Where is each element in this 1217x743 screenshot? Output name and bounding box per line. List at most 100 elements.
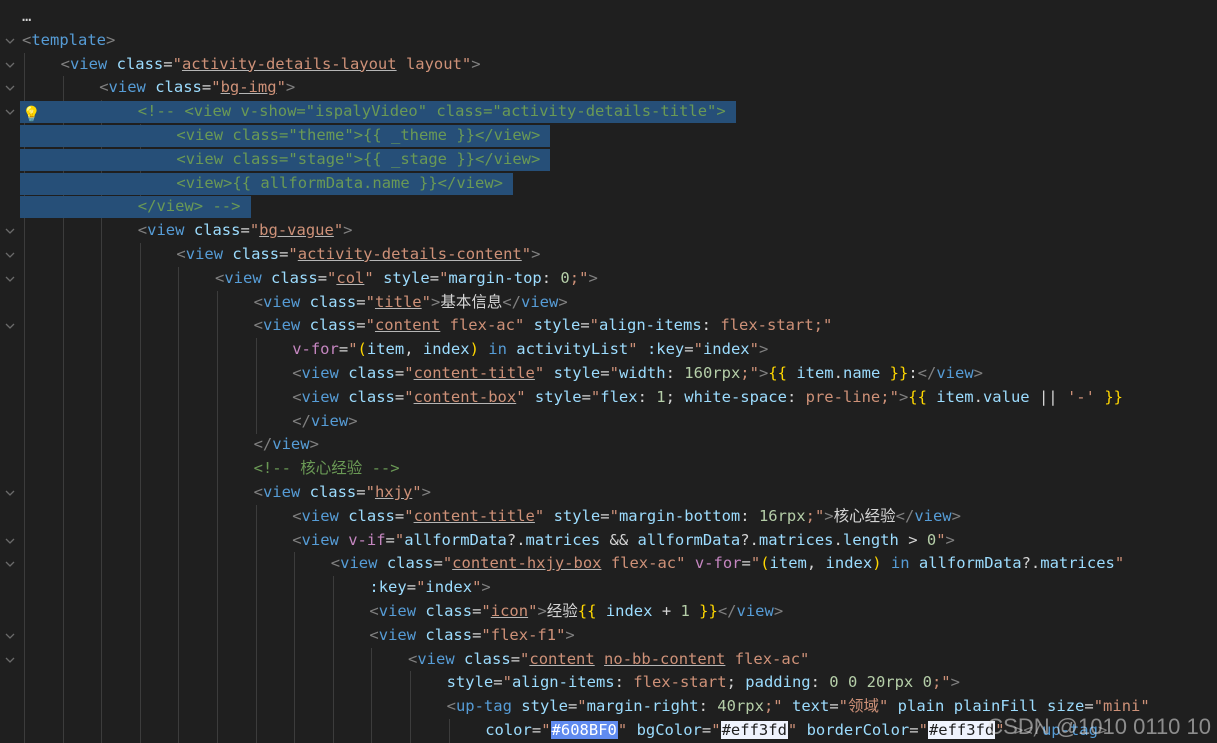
code-token: " [481, 602, 491, 620]
code-token: </ [917, 364, 937, 382]
code-line[interactable]: <view>{{ allformData.name }}</view> [0, 171, 1217, 196]
code-token: > [348, 411, 358, 430]
code-token: class [309, 316, 357, 335]
code-token: flex [600, 387, 638, 406]
code-line[interactable]: <view class="activity-details-content"> [0, 243, 1217, 267]
chevron-down-icon[interactable] [0, 624, 20, 648]
indent-guide [101, 433, 103, 458]
chevron-down-icon[interactable] [0, 243, 20, 267]
code-line[interactable]: <view v-if="allformData?.matrices && all… [0, 528, 1217, 553]
code-token: "flex-f1" [481, 625, 566, 644]
code-token: > [758, 340, 769, 359]
code-line[interactable]: <!-- <view v-show="ispalyVideo" class="a… [0, 100, 1217, 125]
chevron-down-icon[interactable] [0, 29, 20, 53]
code-token: class [271, 268, 318, 287]
code-line[interactable]: <view class="bg-vague"> [0, 219, 1217, 244]
chevron-down-icon[interactable] [0, 314, 20, 338]
code-text: <view class="content flex-ac" style="ali… [254, 314, 833, 338]
chevron-down-icon[interactable] [0, 100, 20, 124]
indent-guide [24, 338, 25, 363]
code-token: item [936, 387, 974, 406]
indent-guide [62, 695, 64, 720]
code-token: > [537, 602, 547, 620]
code-line[interactable]: <view class="stage">{{ _stage }}</view> [0, 147, 1217, 172]
code-token: = [356, 483, 366, 501]
code-token: {{ [577, 602, 597, 620]
indent-guide [178, 338, 180, 363]
code-line[interactable]: <view class="bg-img"> [0, 76, 1217, 101]
code-token: class [309, 292, 357, 311]
indent-guide [101, 719, 103, 743]
code-line[interactable]: style="align-items: flex-start; padding:… [0, 671, 1217, 696]
code-line[interactable]: <view class="content-title" style="width… [0, 362, 1217, 386]
code-line[interactable]: <view class="content-hxjy-box flex-ac" v… [0, 552, 1217, 577]
code-token: view [378, 602, 417, 620]
code-text: <view class="title">基本信息</view> [254, 291, 568, 315]
chevron-down-icon[interactable] [0, 219, 20, 243]
code-token: " [394, 530, 405, 549]
chevron-down-icon[interactable] [0, 53, 20, 77]
code-line[interactable]: … [0, 5, 1217, 29]
indent-guide [62, 338, 64, 363]
code-editor[interactable]: … <template> <view class="activity-details… [0, 0, 1217, 743]
code-token: </ [717, 602, 737, 620]
code-line[interactable]: <template> [0, 29, 1217, 53]
code-token: matrices [1040, 554, 1115, 573]
code-line[interactable]: <view class="content-title" style="margi… [0, 504, 1217, 529]
indent-guide [101, 671, 103, 696]
code-token: flex-ac" [725, 649, 810, 668]
chevron-down-icon[interactable] [0, 552, 20, 576]
code-token: = [356, 316, 366, 335]
indent-guide [139, 385, 141, 410]
code-token: plainFill [953, 697, 1038, 716]
code-line[interactable]: <view class="content no-bb-content flex-… [0, 647, 1217, 672]
code-line[interactable]: <view class="icon">经验{{ index + 1 }}</vi… [0, 600, 1217, 624]
indent-guide [62, 385, 64, 410]
code-line[interactable]: <!-- 核心经验 --> [0, 457, 1217, 482]
code-token: " [442, 554, 453, 573]
indent-guide [62, 552, 64, 577]
code-token: " [412, 483, 422, 501]
indent-guide [101, 219, 103, 244]
code-token: < [292, 530, 302, 549]
indent-guide [139, 552, 141, 577]
code-line[interactable]: <view class="content flex-ac" style="ali… [0, 314, 1217, 339]
code-line[interactable]: </view> [0, 433, 1217, 458]
code-line[interactable]: <view class="activity-details-layout lay… [0, 52, 1217, 77]
code-token: > [481, 578, 491, 597]
code-token: > [285, 78, 296, 97]
code-token: ( [760, 554, 770, 573]
code-line[interactable]: </view> --> [0, 195, 1217, 220]
code-token: : [740, 506, 759, 525]
code-token: matrices [758, 530, 834, 549]
code-line[interactable]: v-for="(item, index) in activityList" :k… [0, 338, 1217, 363]
indent-guide [101, 647, 103, 672]
chevron-down-icon[interactable] [0, 481, 20, 505]
chevron-down-icon[interactable] [0, 648, 20, 672]
code-token: > [421, 483, 431, 501]
indent-guide [24, 671, 25, 696]
code-text: <view class="icon">经验{{ index + 1 }}</vi… [369, 600, 783, 624]
code-line[interactable]: <view class="col" style="margin-top: 0;"… [0, 266, 1217, 291]
code-line[interactable]: :key="index"> [0, 576, 1217, 601]
code-line[interactable]: <view class="flex-f1"> [0, 623, 1217, 648]
code-line[interactable]: <view class="content-box" style="flex: 1… [0, 385, 1217, 410]
indent-guide [101, 243, 103, 267]
code-text: <view class="col" style="margin-top: 0;"… [215, 267, 598, 291]
chevron-down-icon[interactable] [0, 529, 20, 553]
chevron-down-icon[interactable] [0, 76, 20, 100]
code-line[interactable]: </view> [0, 409, 1217, 434]
code-line[interactable]: <view class="theme">{{ _theme }}</view> [0, 124, 1217, 148]
code-token: " [609, 364, 619, 382]
code-line[interactable]: <view class="hxjy"> [0, 481, 1217, 505]
indent-guide [101, 552, 103, 577]
code-line[interactable]: <view class="title">基本信息</view> [0, 290, 1217, 315]
code-token: view [340, 554, 378, 573]
code-token: flex-ac" [601, 554, 686, 573]
indent-guide [101, 409, 103, 434]
chevron-down-icon[interactable] [0, 267, 20, 291]
